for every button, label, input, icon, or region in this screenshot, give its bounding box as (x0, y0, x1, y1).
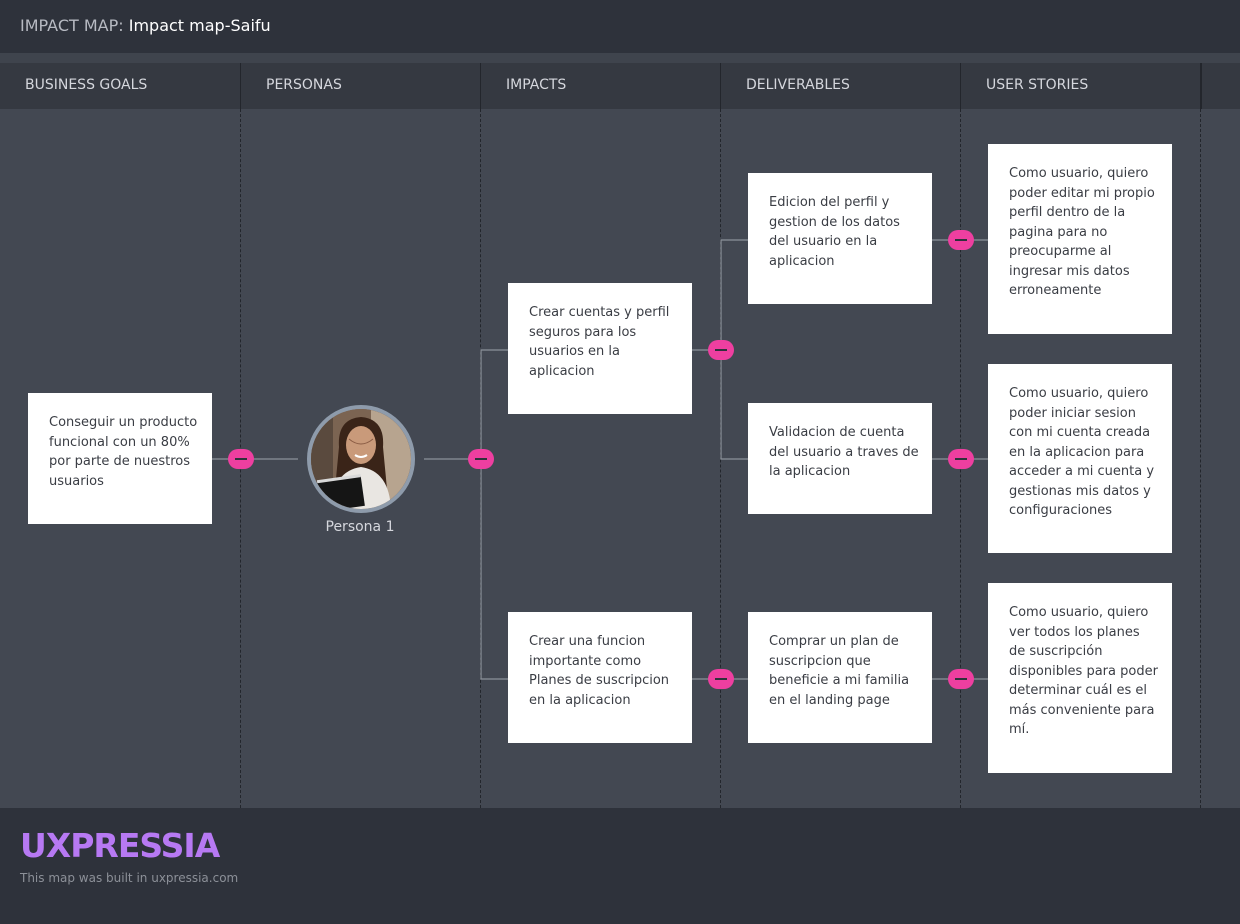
uxpressia-logo[interactable]: UXPRESSIA (20, 826, 220, 865)
collapse-toggle-icon[interactable] (708, 340, 734, 360)
column-header-row: BUSINESS GOALS PERSONAS IMPACTS DELIVERA… (0, 63, 1240, 109)
business-goal-text: Conseguir un producto funcional con un 8… (49, 415, 198, 489)
deliverable-text: Edicion del perfil y gestion de los dato… (769, 195, 900, 269)
user-story-text: Como usuario, quiero ver todos los plane… (1009, 605, 1158, 737)
deliverable-text: Comprar un plan de suscripcion que benef… (769, 634, 910, 708)
user-story-card[interactable]: Como usuario, quiero poder editar mi pro… (988, 144, 1172, 334)
collapse-toggle-icon[interactable] (708, 669, 734, 689)
column-header-deliverables: DELIVERABLES (721, 63, 961, 109)
built-with-text: This map was built in uxpressia.com (20, 871, 239, 885)
header-divider (0, 53, 1240, 63)
collapse-toggle-icon[interactable] (948, 449, 974, 469)
user-story-text: Como usuario, quiero poder iniciar sesio… (1009, 386, 1155, 518)
column-divider (720, 109, 721, 808)
map-title: IMPACT MAP: Impact map-Saifu (20, 16, 271, 35)
collapse-toggle-icon[interactable] (468, 449, 494, 469)
impact-text: Crear cuentas y perfil seguros para los … (529, 305, 670, 379)
business-goal-card[interactable]: Conseguir un producto funcional con un 8… (28, 393, 212, 524)
user-story-text: Como usuario, quiero poder editar mi pro… (1009, 166, 1155, 298)
map-title-name[interactable]: Impact map-Saifu (129, 16, 271, 35)
persona-avatar[interactable] (307, 405, 415, 513)
column-header-empty (1201, 63, 1240, 109)
column-header-impacts: IMPACTS (481, 63, 721, 109)
collapse-toggle-icon[interactable] (948, 669, 974, 689)
collapse-toggle-icon[interactable] (228, 449, 254, 469)
deliverable-card[interactable]: Comprar un plan de suscripcion que benef… (748, 612, 932, 743)
column-divider (1200, 109, 1201, 808)
impact-card[interactable]: Crear una funcion importante como Planes… (508, 612, 692, 743)
persona-name: Persona 1 (325, 519, 395, 535)
footer: UXPRESSIA This map was built in uxpressi… (0, 808, 1240, 924)
deliverable-card[interactable]: Edicion del perfil y gestion de los dato… (748, 173, 932, 304)
persona-photo (311, 409, 411, 509)
impact-text: Crear una funcion importante como Planes… (529, 634, 670, 708)
deliverable-card[interactable]: Validacion de cuenta del usuario a trave… (748, 403, 932, 514)
impact-card[interactable]: Crear cuentas y perfil seguros para los … (508, 283, 692, 414)
app-header: IMPACT MAP: Impact map-Saifu (0, 0, 1240, 53)
column-header-business-goals: BUSINESS GOALS (0, 63, 241, 109)
column-header-user-stories: USER STORIES (961, 63, 1201, 109)
user-story-card[interactable]: Como usuario, quiero poder iniciar sesio… (988, 364, 1172, 553)
column-header-personas: PERSONAS (241, 63, 481, 109)
map-title-prefix: IMPACT MAP: (20, 16, 124, 35)
user-story-card[interactable]: Como usuario, quiero ver todos los plane… (988, 583, 1172, 773)
collapse-toggle-icon[interactable] (948, 230, 974, 250)
deliverable-text: Validacion de cuenta del usuario a trave… (769, 425, 919, 479)
persona-illustration (311, 409, 411, 509)
